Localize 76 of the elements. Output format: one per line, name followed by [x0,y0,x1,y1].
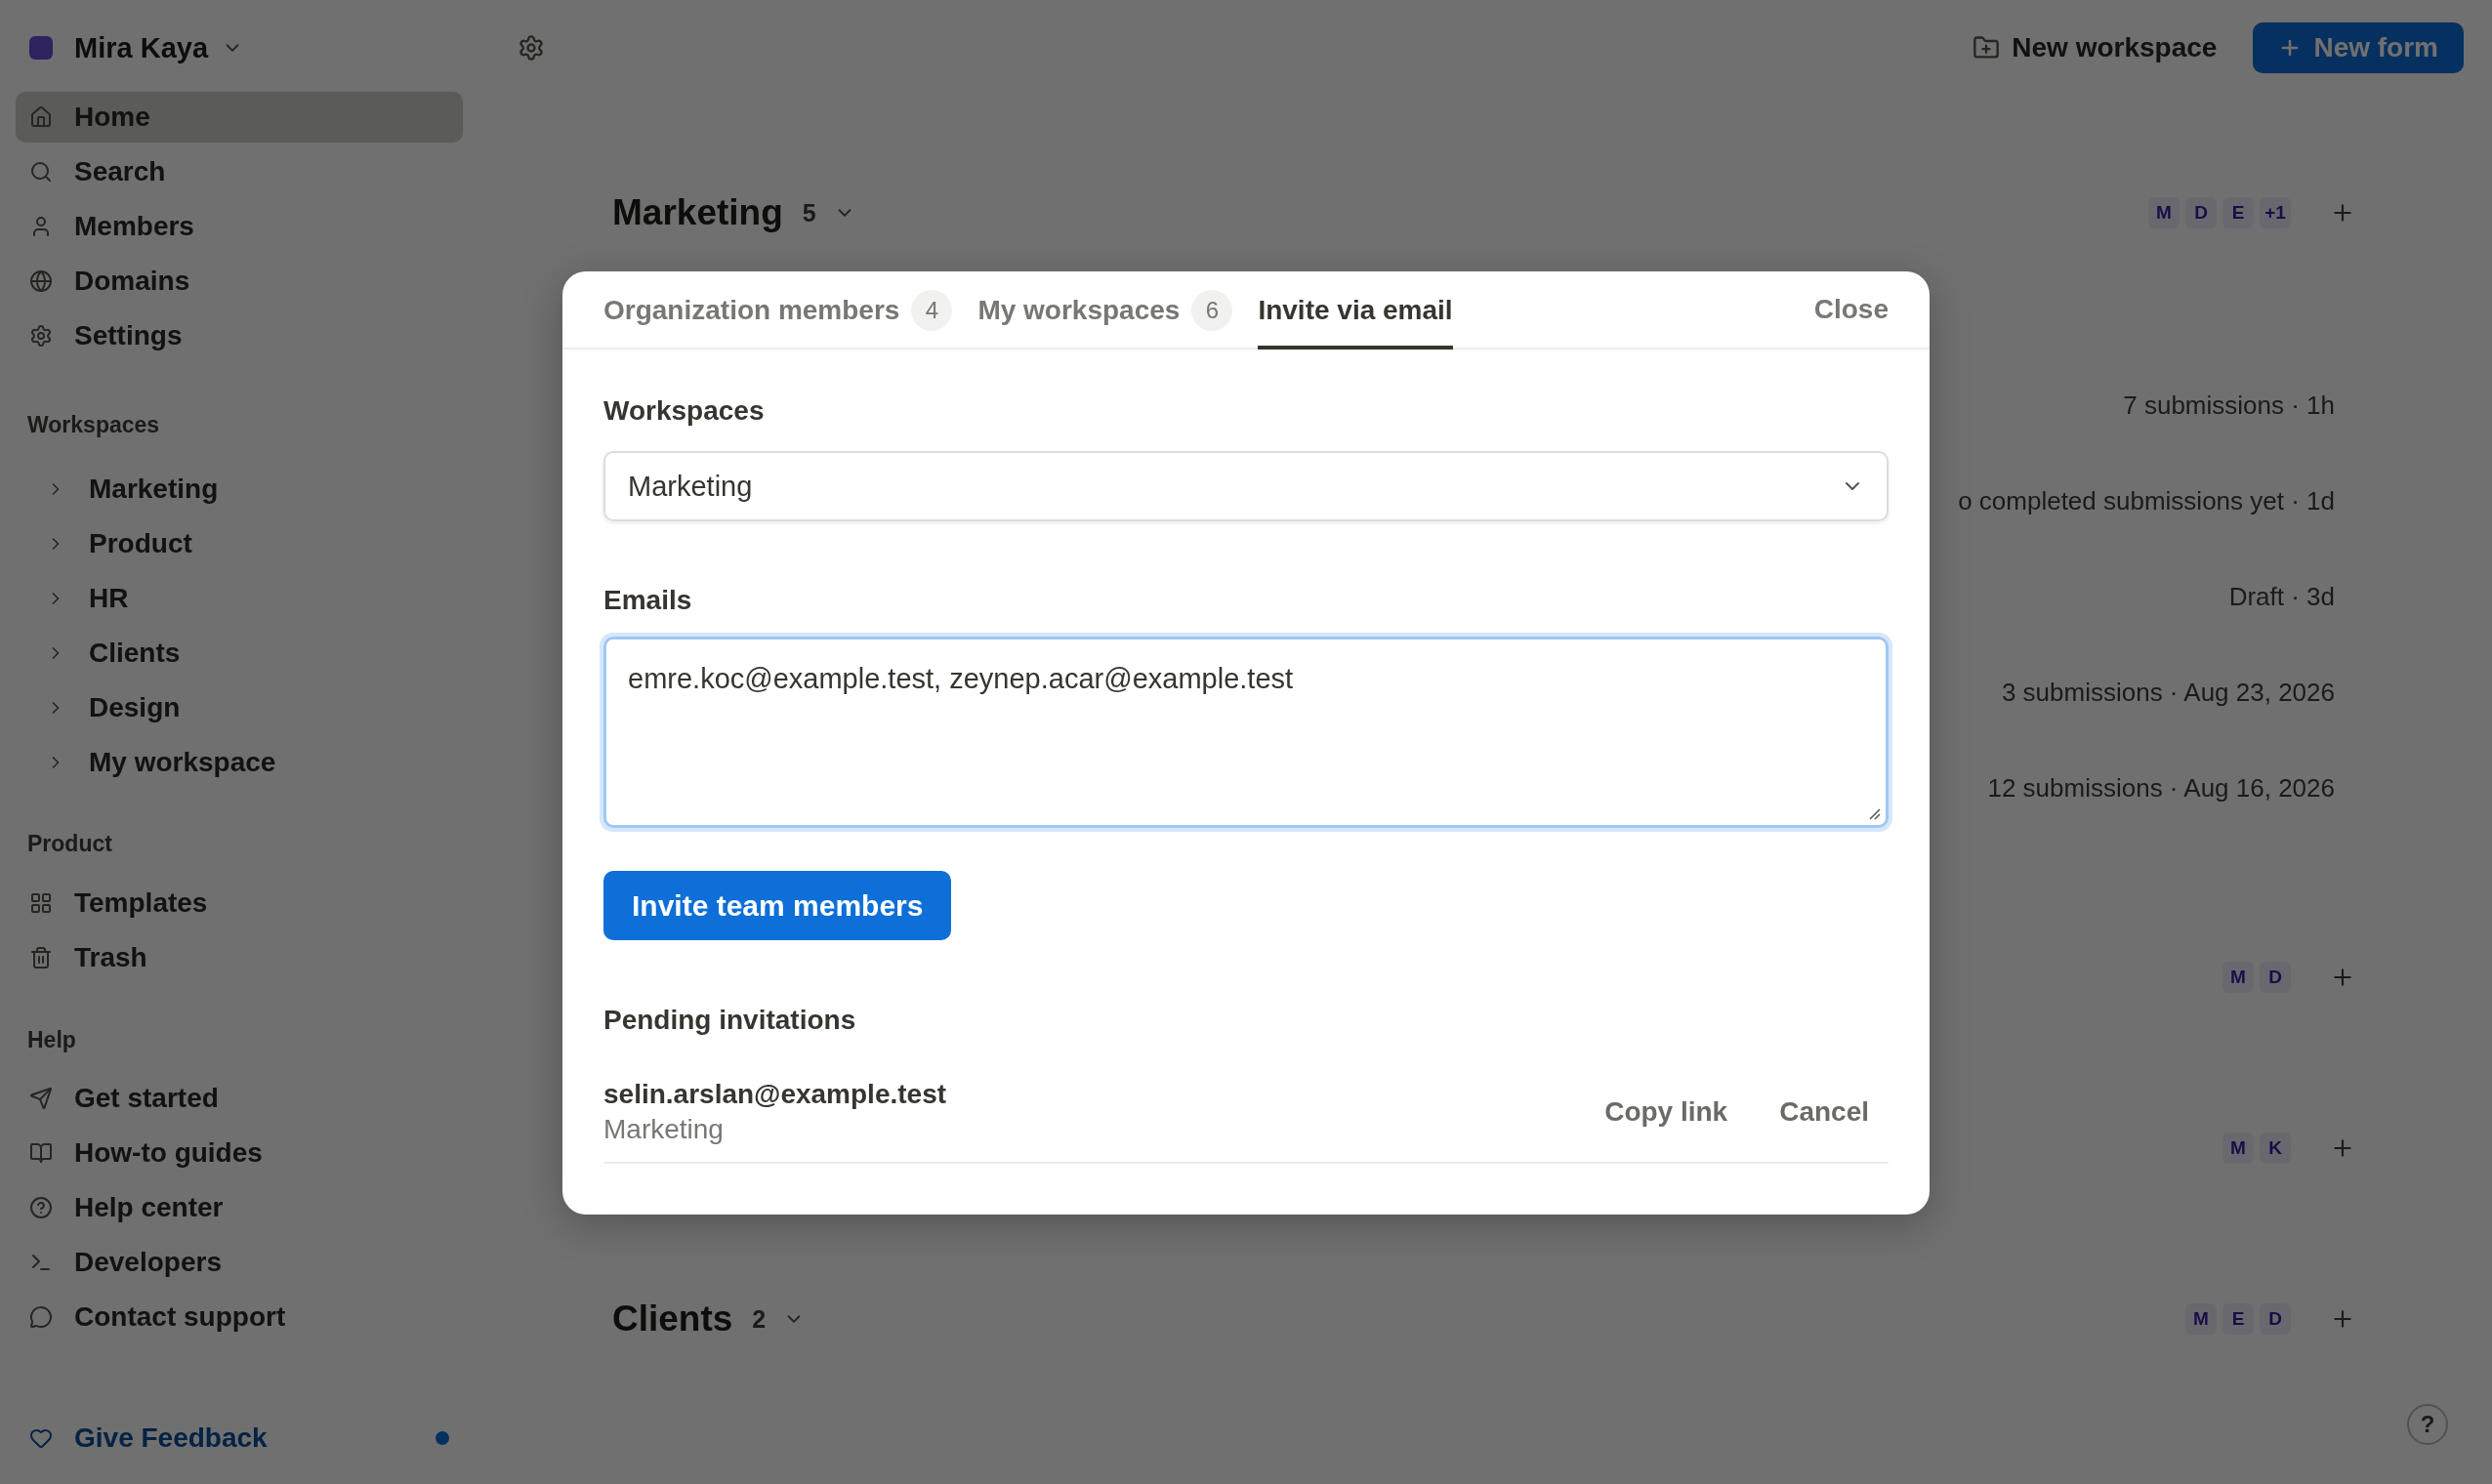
sidebar-item[interactable]: Trash [16,932,463,983]
heart-icon [29,1426,53,1450]
row-meta: 12 submissions · Aug 16, 2026 [1987,772,2335,804]
section-count: 5 [802,198,816,227]
section-count: 2 [752,1304,767,1334]
tab-count: 4 [911,290,953,331]
give-feedback-link[interactable]: Give Feedback [16,1413,463,1463]
section-title: Marketing [612,191,783,234]
workspace-item[interactable]: Clients [16,628,463,679]
invite-action-button[interactable]: Copy link [1585,1087,1748,1137]
member-avatar: M [2185,1303,2217,1335]
sidebar-item[interactable]: Domains [16,256,463,307]
tab-count: 6 [1191,290,1233,331]
book-icon [29,1141,53,1165]
resize-handle-icon[interactable] [1867,806,1881,820]
trash-icon [29,946,53,969]
member-avatar: M [2222,1133,2254,1164]
globe-icon [29,269,53,293]
help-button[interactable]: ? [2407,1404,2448,1445]
sidebar-item[interactable]: Get started [16,1073,463,1124]
dialog-tab[interactable]: Invite via email [1258,271,1453,350]
member-avatar: D [2185,197,2217,228]
member-avatar: D [2260,962,2291,993]
close-button[interactable]: Close [1813,292,1889,327]
new-workspace-button[interactable]: New workspace [1973,30,2218,65]
member-avatar: D [2260,1303,2291,1335]
search-icon [29,160,53,184]
sidebar-item[interactable]: How-to guides [16,1128,463,1178]
workspace-item[interactable]: Product [16,518,463,569]
member-avatar: +1 [2260,197,2291,228]
member-avatar: M [2148,197,2180,228]
workspace-item[interactable]: My workspace [16,737,463,788]
member-avatar: M [2222,962,2254,993]
workspace-item[interactable]: Marketing [16,464,463,515]
sidebar-item[interactable]: Home [16,92,463,143]
account-switcher[interactable]: Mira Kaya [74,30,243,65]
member-avatar: E [2222,1303,2254,1335]
field-label: Workspaces [603,395,766,427]
dialog-tab[interactable]: Organization members 4 [603,271,953,350]
paper-plane-icon [29,1087,53,1110]
field-label: Emails [603,585,693,616]
section-title: Clients [612,1298,733,1340]
sidebar-item[interactable]: Templates [16,878,463,928]
dialog-tab[interactable]: My workspaces 6 [977,271,1233,350]
row-meta: Draft · 3d [2228,581,2335,613]
row-meta: o completed submissions yet · 1d [1958,485,2335,517]
sidebar-item[interactable]: Search [16,146,463,197]
sidebar-item[interactable]: Contact support [16,1292,463,1342]
invite-action-button[interactable]: Cancel [1760,1087,1889,1137]
account-avatar-icon [29,36,53,60]
house-icon [29,105,53,129]
section-label: Workspaces [26,411,161,439]
pending-heading: Pending invitations [603,1005,857,1036]
member-avatar: E [2222,197,2254,228]
member-avatar: K [2260,1133,2291,1164]
section-label: Product [26,830,113,858]
help-circle-icon [29,1196,53,1219]
grid-icon [29,891,53,915]
folder-plus-icon [1973,34,2001,62]
workspace-item[interactable]: Design [16,682,463,733]
workspace-select[interactable]: Marketing [603,451,1889,521]
section-label: Help [26,1026,77,1054]
settings-icon [29,324,53,348]
invite-workspace: Marketing [603,1113,725,1146]
settings-icon[interactable] [518,34,545,62]
sidebar-item[interactable]: Settings [16,310,463,361]
row-meta: 7 submissions · 1h [2123,390,2335,422]
new-form-button[interactable]: New form [2253,22,2464,73]
workspace-item[interactable]: HR [16,573,463,624]
sidebar-item[interactable]: Members [16,201,463,252]
sidebar-item[interactable]: Help center [16,1182,463,1233]
sidebar-item[interactable]: Developers [16,1237,463,1288]
invite-button[interactable]: Invite team members [603,871,952,940]
chat-bubble-icon [29,1305,53,1329]
row-meta: 3 submissions · Aug 23, 2026 [2001,677,2335,709]
invite-email: selin.arslan@example.test [603,1078,947,1111]
